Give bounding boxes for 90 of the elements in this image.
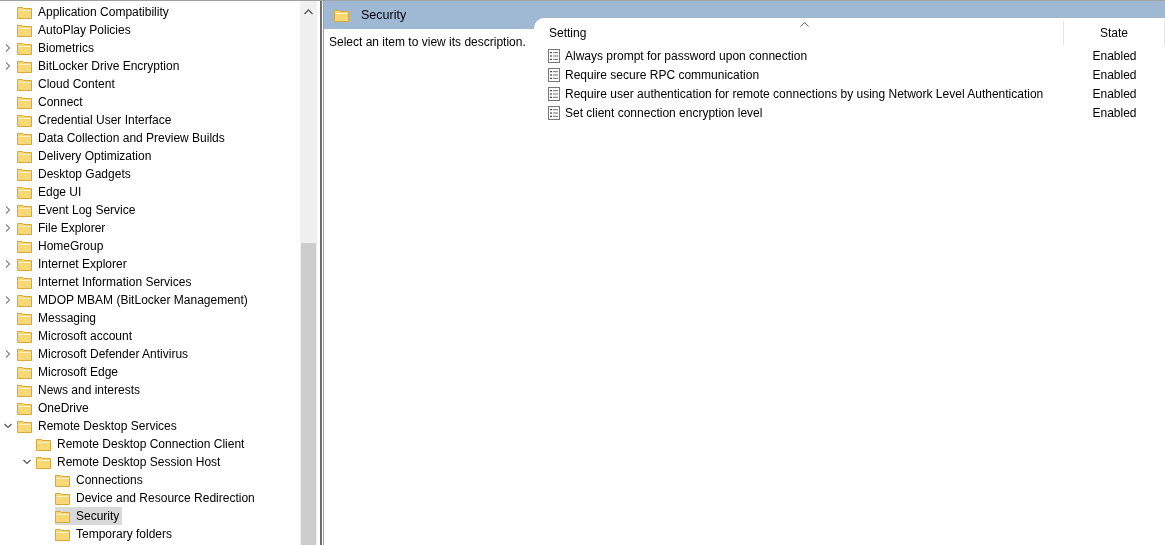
folder-icon — [55, 527, 70, 541]
tree-item[interactable]: Internet Information Services — [17, 273, 195, 291]
folder-icon — [17, 113, 32, 127]
folder-icon — [36, 455, 51, 469]
column-header[interactable]: State — [1064, 21, 1165, 45]
chevron-right-icon[interactable] — [4, 224, 12, 232]
policy-setting-icon — [548, 105, 560, 120]
pane-title: Security — [361, 8, 407, 22]
folder-icon — [17, 365, 32, 379]
tree-item[interactable]: Messaging — [17, 309, 100, 327]
tree-item[interactable]: Data Collection and Preview Builds — [17, 129, 228, 147]
tree-item[interactable]: Desktop Gadgets — [17, 165, 134, 183]
tree-item[interactable]: News and interests — [17, 381, 144, 399]
chevron-down-icon[interactable] — [4, 422, 12, 430]
tree-item[interactable]: Cloud Content — [17, 75, 118, 93]
folder-icon — [17, 131, 32, 145]
folder-icon — [17, 275, 32, 289]
tree-item[interactable]: Biometrics — [17, 39, 97, 57]
folder-icon — [17, 59, 32, 73]
folder-icon — [17, 95, 32, 109]
folder-icon — [55, 491, 70, 505]
tree-item[interactable]: Microsoft Edge — [17, 363, 122, 381]
folder-icon — [55, 509, 70, 523]
chevron-down-icon[interactable] — [23, 458, 31, 466]
tree-item[interactable]: Delivery Optimization — [17, 147, 155, 165]
folder-icon — [334, 8, 349, 22]
folder-icon — [17, 293, 32, 307]
chevron-right-icon[interactable] — [4, 296, 12, 304]
setting-name[interactable]: Always prompt for password upon connection — [565, 48, 808, 63]
setting-name[interactable]: Set client connection encryption level — [565, 105, 763, 120]
state-cell: Enabled — [1092, 48, 1137, 63]
folder-icon — [17, 239, 32, 253]
folder-icon — [17, 383, 32, 397]
folder-icon — [17, 41, 32, 55]
folder-icon — [17, 23, 32, 37]
chevron-right-icon[interactable] — [4, 206, 12, 214]
folder-icon — [17, 149, 32, 163]
tree-item[interactable]: Microsoft account — [17, 327, 136, 345]
folder-icon — [36, 437, 51, 451]
state-cell: Enabled — [1092, 105, 1137, 120]
tree-item[interactable]: Connect — [17, 93, 86, 111]
tree-item[interactable]: Microsoft Defender Antivirus — [17, 345, 192, 363]
folder-icon — [17, 5, 32, 19]
folder-icon — [17, 221, 32, 235]
description-text: Select an item to view its description. — [329, 35, 526, 49]
tree-item[interactable]: Security — [55, 507, 123, 525]
tree-item[interactable]: MDOP MBAM (BitLocker Management) — [17, 291, 251, 309]
folder-icon — [17, 311, 32, 325]
tree-item[interactable]: Credential User Interface — [17, 111, 175, 129]
tree-item[interactable]: Internet Explorer — [17, 255, 130, 273]
tree-item[interactable]: Event Log Service — [17, 201, 139, 219]
tree-item[interactable]: Application Compatibility — [17, 3, 172, 21]
setting-name[interactable]: Require user authentication for remote connections by using Network Level Authentication — [565, 86, 1044, 101]
chevron-right-icon[interactable] — [4, 62, 12, 70]
setting-name[interactable]: Require secure RPC communication — [565, 67, 760, 82]
state-cell: Enabled — [1092, 67, 1137, 82]
chevron-right-icon[interactable] — [4, 350, 12, 358]
folder-icon — [17, 185, 32, 199]
chevron-right-icon[interactable] — [4, 260, 12, 268]
tree-item[interactable]: Remote Desktop Connection Client — [36, 435, 248, 453]
tree-item[interactable]: AutoPlay Policies — [17, 21, 134, 39]
policy-setting-icon — [548, 48, 560, 63]
scroll-thumb[interactable] — [301, 243, 316, 545]
folder-icon — [17, 257, 32, 271]
tree-item[interactable]: OneDrive — [17, 399, 92, 417]
sort-caret-icon — [800, 22, 809, 27]
folder-icon — [17, 329, 32, 343]
tree-item[interactable]: Temporary folders — [55, 525, 176, 543]
folder-icon — [55, 473, 70, 487]
folder-icon — [17, 401, 32, 415]
tree-item[interactable]: Device and Resource Redirection — [55, 489, 258, 507]
chevron-right-icon[interactable] — [4, 44, 12, 52]
tree-item[interactable]: HomeGroup — [17, 237, 107, 255]
tree-item[interactable]: File Explorer — [17, 219, 109, 237]
scrollbar[interactable] — [300, 1, 317, 545]
state-cell: Enabled — [1092, 86, 1137, 101]
column-header[interactable]: Setting — [534, 21, 1064, 45]
folder-icon — [17, 347, 32, 361]
tree-item[interactable]: Connections — [55, 471, 146, 489]
folder-icon — [17, 419, 32, 433]
folder-icon — [17, 167, 32, 181]
policy-setting-icon — [548, 86, 560, 101]
tree-item[interactable]: Edge UI — [17, 183, 85, 201]
tree-item[interactable]: Remote Desktop Session Host — [36, 453, 224, 471]
folder-icon — [17, 77, 32, 91]
scroll-up-icon[interactable] — [304, 9, 313, 15]
policy-setting-icon — [548, 67, 560, 82]
tree-item[interactable]: Remote Desktop Services — [17, 417, 180, 435]
folder-icon — [17, 203, 32, 217]
tree-item[interactable]: BitLocker Drive Encryption — [17, 57, 183, 75]
